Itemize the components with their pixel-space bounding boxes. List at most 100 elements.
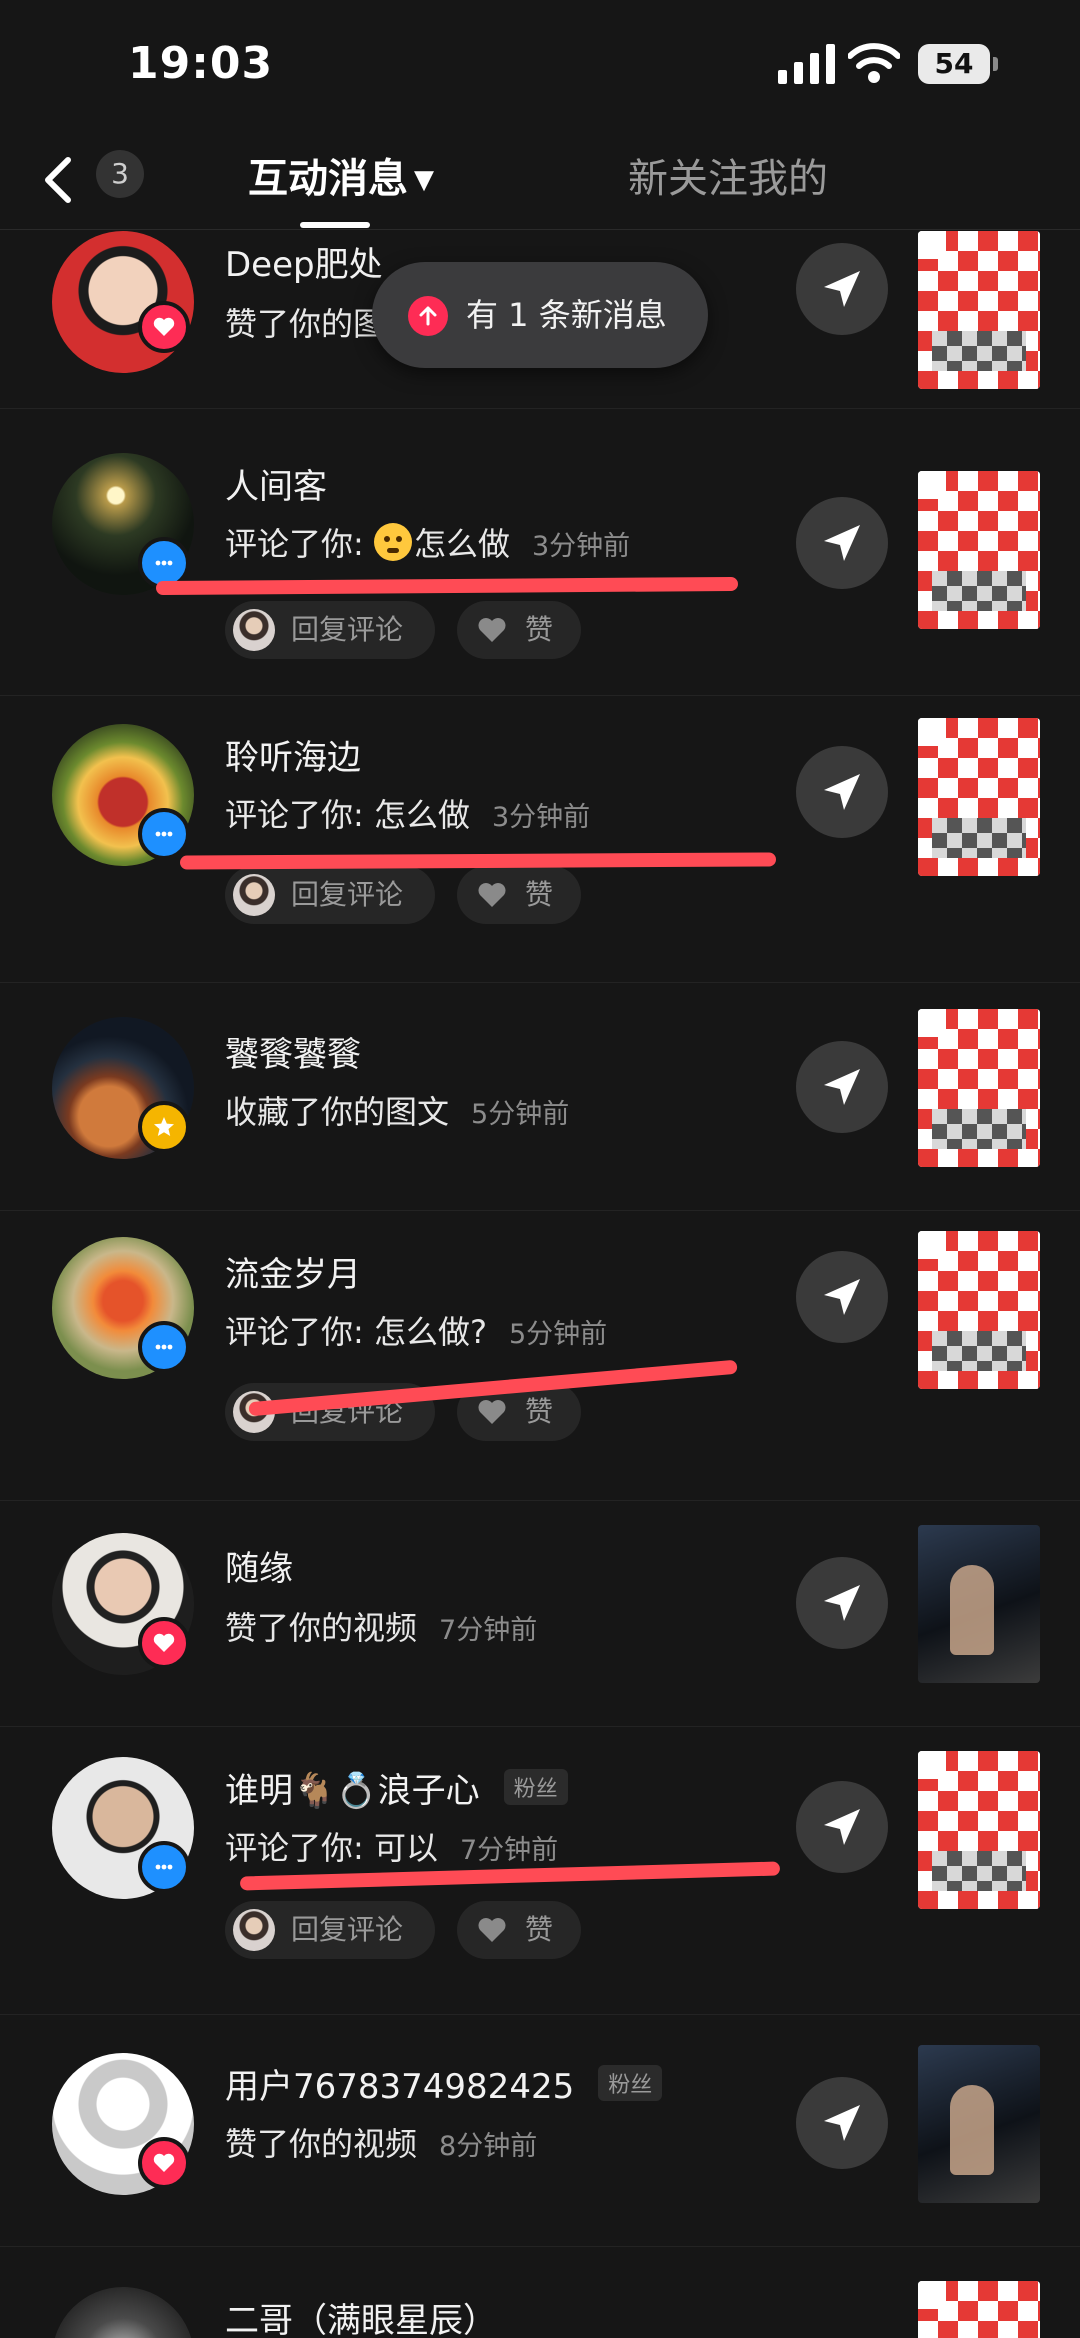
heart-icon <box>138 1617 190 1669</box>
heart-icon <box>138 2137 190 2189</box>
send-button[interactable] <box>796 746 888 838</box>
send-button[interactable] <box>796 1781 888 1873</box>
comment-text: 评论了你: 可以 <box>225 1829 438 1867</box>
activity-text: 赞了你的视频 8分钟前 <box>225 2119 537 2165</box>
like-comment-button[interactable]: 赞 <box>457 601 581 659</box>
list-item[interactable]: 用户7678374982425 粉丝 赞了你的视频 8分钟前 <box>0 2015 1080 2247</box>
paper-plane-icon <box>824 525 860 561</box>
user-name[interactable]: 聆听海边 <box>225 730 361 779</box>
pixelated-image-area <box>932 1851 1026 1891</box>
fan-tag: 粉丝 <box>503 1769 568 1805</box>
star-icon <box>138 1101 190 1153</box>
heart-icon <box>138 301 190 353</box>
status-time: 19:03 <box>128 38 274 89</box>
activity-label: 收藏了你的图文 <box>225 1093 450 1131</box>
video-thumbnail[interactable] <box>918 2045 1040 2203</box>
my-avatar-mini <box>233 609 275 651</box>
send-button[interactable] <box>796 243 888 335</box>
post-thumbnail[interactable] <box>918 1751 1040 1909</box>
pixelated-image-area <box>932 571 1026 611</box>
list-item[interactable]: 二哥（满眼星辰） <box>0 2247 1080 2338</box>
post-thumbnail[interactable] <box>918 1231 1040 1389</box>
comment-text: 评论了你: 怎么做? <box>225 1313 487 1351</box>
user-name[interactable]: 谁明🐐💍浪子心 粉丝 <box>225 1763 568 1812</box>
avatar[interactable] <box>52 2287 194 2338</box>
pixelated-image-area <box>932 1331 1026 1371</box>
activity-text: 评论了你: 怎么做? 5分钟前 <box>225 1307 607 1353</box>
user-name[interactable]: 饕餮饕餮 <box>225 1027 361 1076</box>
highlight-underline <box>155 576 739 596</box>
pixelated-image <box>918 2281 1040 2338</box>
timestamp: 3分钟前 <box>491 802 591 833</box>
new-message-toast[interactable]: 有 1 条新消息 <box>372 262 708 368</box>
top-nav: 3 互动消息 ▼ 新关注我的 <box>0 130 1080 230</box>
user-name[interactable]: 用户7678374982425 粉丝 <box>225 2059 663 2108</box>
paper-plane-icon <box>824 2105 860 2141</box>
activity-text: 收藏了你的图文 5分钟前 <box>225 1087 569 1133</box>
user-name[interactable]: 随缘 <box>225 1541 293 1590</box>
like-label: 赞 <box>525 1913 554 1946</box>
comment-icon <box>138 1321 190 1373</box>
post-thumbnail[interactable] <box>918 471 1040 629</box>
user-name[interactable]: 流金岁月 <box>225 1247 361 1296</box>
arrow-up-icon <box>408 296 448 336</box>
pixelated-image-area <box>932 331 1026 371</box>
battery-level: 54 <box>934 47 974 80</box>
chevron-left-icon[interactable] <box>30 148 90 212</box>
activity-text: 评论了你: 怎么做 3分钟前 <box>225 519 630 565</box>
timestamp: 7分钟前 <box>439 1615 538 1646</box>
list-item[interactable]: 流金岁月 评论了你: 怎么做? 5分钟前 回复评论 赞 <box>0 1211 1080 1501</box>
activity-label: 赞了你的视频 <box>225 2125 418 2163</box>
user-name[interactable]: Deep肥处 <box>225 237 383 286</box>
post-thumbnail[interactable] <box>918 231 1040 389</box>
unread-count-badge: 3 <box>96 150 144 198</box>
user-name[interactable]: 二哥（满眼星辰） <box>225 2293 497 2338</box>
like-comment-button[interactable]: 赞 <box>457 1901 581 1959</box>
like-comment-button[interactable]: 赞 <box>457 866 581 924</box>
user-name[interactable]: 人间客 <box>225 459 327 508</box>
reply-comment-button[interactable]: 回复评论 <box>225 866 435 924</box>
user-name-text: 用户7678374982425 <box>225 2067 575 2107</box>
activity-prefix: 评论了你: <box>225 525 374 563</box>
post-thumbnail[interactable] <box>918 1009 1040 1167</box>
user-name-text: 谁明🐐💍浪子心 <box>225 1771 480 1811</box>
tab-interactions[interactable]: 互动消息 ▼ <box>248 146 434 204</box>
list-item[interactable]: 谁明🐐💍浪子心 粉丝 评论了你: 可以 7分钟前 回复评论 赞 <box>0 1727 1080 2015</box>
send-button[interactable] <box>796 1251 888 1343</box>
list-item[interactable]: 人间客 评论了你: 怎么做 3分钟前 回复评论 赞 <box>0 409 1080 696</box>
comment-text: 怎么做 <box>413 525 510 563</box>
paper-plane-icon <box>824 1585 860 1621</box>
send-button[interactable] <box>796 1557 888 1649</box>
highlight-underline <box>179 852 777 870</box>
battery-indicator: 54 <box>918 44 998 84</box>
send-button[interactable] <box>796 497 888 589</box>
reply-comment-button[interactable]: 回复评论 <box>225 1901 435 1959</box>
notification-list: Deep肥处 赞了你的图文 人间客 评论了你: 怎么做3分钟前 回复评论 赞 <box>0 231 1080 2338</box>
heart-outline-icon <box>478 618 506 642</box>
timestamp: 7分钟前 <box>459 1835 559 1866</box>
reply-label: 回复评论 <box>291 613 404 646</box>
list-item[interactable]: 随缘 赞了你的视频 7分钟前 <box>0 1501 1080 1727</box>
comment-icon <box>138 808 190 860</box>
status-bar: 19:03 54 <box>0 0 1080 130</box>
reply-label: 回复评论 <box>291 1913 404 1946</box>
send-button[interactable] <box>796 2077 888 2169</box>
post-thumbnail[interactable] <box>918 718 1040 876</box>
like-label: 赞 <box>525 613 554 646</box>
fan-tag: 粉丝 <box>598 2065 663 2101</box>
paper-plane-icon <box>824 271 860 307</box>
heart-outline-icon <box>478 883 506 907</box>
reply-label: 回复评论 <box>291 878 404 911</box>
reply-comment-button[interactable]: 回复评论 <box>225 601 435 659</box>
my-avatar-mini <box>233 874 275 916</box>
post-thumbnail[interactable] <box>918 2281 1040 2338</box>
list-item[interactable]: 饕餮饕餮 收藏了你的图文 5分钟前 <box>0 983 1080 1211</box>
timestamp: 3分钟前 <box>531 531 631 562</box>
tab-new-followers[interactable]: 新关注我的 <box>628 146 828 204</box>
video-thumbnail[interactable] <box>918 1525 1040 1683</box>
send-button[interactable] <box>796 1041 888 1133</box>
list-item[interactable]: 聆听海边 评论了你: 怎么做 3分钟前 回复评论 赞 <box>0 696 1080 983</box>
paper-plane-icon <box>824 1809 860 1845</box>
paper-plane-icon <box>824 1069 860 1105</box>
activity-text: 评论了你: 怎么做 3分钟前 <box>225 790 590 836</box>
